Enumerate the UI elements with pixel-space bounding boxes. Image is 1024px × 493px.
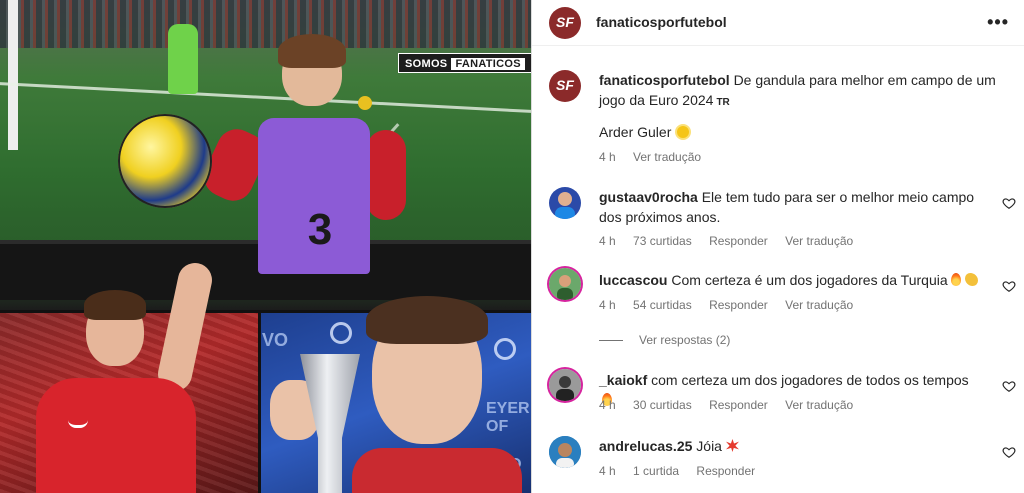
caption-name: Arder Guler (599, 124, 672, 140)
comment-text: Com certeza é um dos jogadores da Turqui… (671, 272, 948, 288)
watermark-logo: SOMOS FANATICOS (398, 53, 531, 73)
heart-icon[interactable] (1002, 196, 1016, 210)
comment-text: Jóia (696, 438, 722, 454)
clap-emoji-icon (964, 273, 978, 286)
euro-logo (494, 338, 516, 360)
distant-ball (358, 96, 372, 110)
comment-username[interactable]: luccascou (599, 272, 667, 288)
comment-likes[interactable]: 30 curtidas (633, 398, 692, 412)
caption-translate-link[interactable]: Ver tradução (633, 150, 701, 164)
translate-link[interactable]: Ver tradução (785, 398, 853, 412)
reply-button[interactable]: Responder (696, 464, 755, 478)
heart-icon[interactable] (1002, 445, 1016, 459)
football (118, 114, 212, 208)
caption-avatar[interactable]: SF (549, 70, 581, 102)
user-avatar-icon (555, 192, 575, 219)
collision-emoji-icon (725, 439, 739, 452)
ballboy-arm (366, 130, 406, 220)
translate-link[interactable]: Ver tradução (785, 298, 853, 312)
fire-emoji-icon (950, 273, 961, 286)
translate-link[interactable]: Ver tradução (785, 234, 853, 248)
comment-time[interactable]: 4 h (599, 298, 616, 312)
caption-name-line: Arder Guler (599, 124, 690, 140)
comment-username[interactable]: andrelucas.25 (599, 438, 692, 454)
comment-avatar[interactable] (549, 436, 581, 468)
stadium-crowd (0, 0, 531, 48)
reply-button[interactable]: Responder (709, 234, 768, 248)
user-avatar-icon (549, 436, 581, 468)
goalkeeper-figure (168, 24, 198, 94)
caption: fanaticosporfutebol De gandula para melh… (599, 70, 999, 113)
comment-time[interactable]: 4 h (599, 398, 616, 412)
comment-avatar-story[interactable] (549, 268, 581, 300)
caption-time[interactable]: 4 h (599, 150, 616, 164)
reply-button[interactable]: Responder (709, 398, 768, 412)
pitch-line (0, 82, 531, 113)
heart-icon[interactable] (1002, 379, 1016, 393)
avatar-initials: SF (556, 14, 574, 30)
user-avatar-icon (549, 268, 581, 300)
post-image[interactable]: 3 SOMOSFANATICOS VO EYER OF IVO (0, 0, 531, 493)
avatar-initials: SF (556, 77, 574, 93)
comment-username[interactable]: gustaav0rocha (599, 189, 698, 205)
player-red-shirt (36, 378, 196, 493)
caption-username[interactable]: fanaticosporfutebol (599, 72, 730, 88)
tr-badge: TR (716, 97, 730, 108)
comment-meta: 4 h 30 curtidas Responder Ver tradução (599, 398, 867, 412)
comment-avatar[interactable] (549, 187, 581, 219)
backdrop-text: EYER OF (486, 400, 530, 435)
comment-text-block: luccascou Com certeza é um dos jogadores… (599, 270, 979, 290)
view-replies-button[interactable]: Ver respostas (2) (599, 333, 730, 347)
goal-post (8, 0, 18, 150)
euro-logo (330, 322, 352, 344)
comment-meta: 4 h 1 curtida Responder (599, 464, 769, 478)
player-hair (366, 296, 488, 344)
comment-text: com certeza um dos jogadores de todos os… (651, 372, 969, 388)
comment-likes[interactable]: 1 curtida (633, 464, 679, 478)
post-sidebar: SF fanaticosporfutebol ••• SF fanaticosp… (531, 0, 1024, 493)
bib-number: 3 (307, 205, 333, 254)
post-header: SF fanaticosporfutebol ••• (532, 0, 1024, 46)
watermark-text-b: FANATICOS (451, 58, 525, 70)
user-avatar-icon (549, 369, 581, 401)
comment-username[interactable]: _kaiokf (599, 372, 647, 388)
backdrop-text: VO (262, 330, 289, 350)
comment-text-block: andrelucas.25 Jóia (599, 436, 979, 456)
player-hair (84, 290, 146, 320)
replies-divider (599, 340, 623, 342)
heart-icon[interactable] (1002, 279, 1016, 293)
reply-button[interactable]: Responder (709, 298, 768, 312)
profile-avatar[interactable]: SF (549, 7, 581, 39)
comment-time[interactable]: 4 h (599, 234, 616, 248)
comment-time[interactable]: 4 h (599, 464, 616, 478)
caption-meta: 4 h Ver tradução (599, 150, 715, 164)
comment-meta: 4 h 54 curtidas Responder Ver tradução (599, 298, 867, 312)
comment-meta: 4 h 73 curtidas Responder Ver tradução (599, 234, 867, 248)
image-panel-top: 3 SOMOS FANATICOS (0, 0, 531, 310)
sun-emoji-icon (677, 126, 690, 138)
player-red-shirt (352, 448, 522, 493)
view-replies-label: Ver respostas (2) (639, 333, 731, 347)
more-horizontal-icon[interactable]: ••• (987, 12, 1009, 33)
ballboy-hair (278, 34, 346, 68)
header-username[interactable]: fanaticosporfutebol (596, 14, 727, 30)
comment-avatar-story[interactable] (549, 369, 581, 401)
comment-text-block: gustaav0rocha Ele tem tudo para ser o me… (599, 187, 979, 227)
watermark-text-a: SOMOS (405, 58, 448, 70)
comment-likes[interactable]: 73 curtidas (633, 234, 692, 248)
comment-likes[interactable]: 54 curtidas (633, 298, 692, 312)
